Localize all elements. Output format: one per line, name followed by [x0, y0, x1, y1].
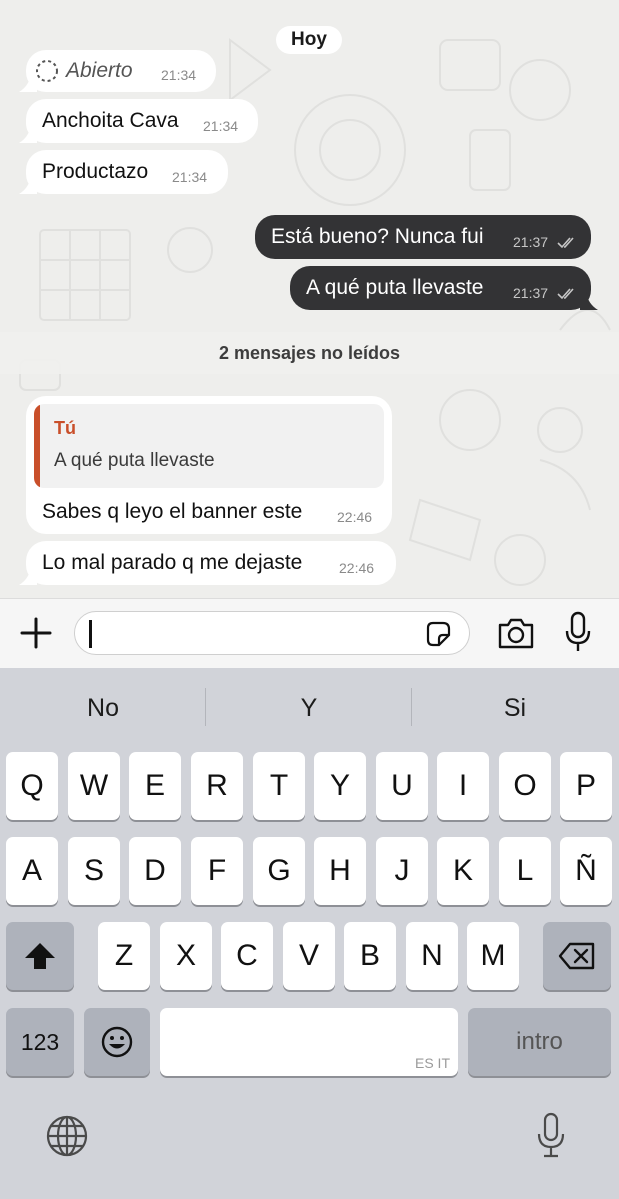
key-j[interactable]: J	[376, 837, 428, 905]
key-v[interactable]: V	[283, 922, 335, 990]
incoming-message[interactable]: Lo mal parado q me dejaste 22:46	[19, 541, 396, 585]
read-receipt-icon	[557, 237, 574, 249]
plus-icon[interactable]	[18, 615, 54, 651]
key-z[interactable]: Z	[98, 922, 150, 990]
unread-messages-banner: 2 mensajes no leídos	[0, 332, 619, 374]
bubble-tail	[19, 567, 37, 585]
message-time: 21:37	[513, 234, 549, 250]
date-chip: Hoy	[276, 26, 342, 54]
key-u[interactable]: U	[376, 752, 428, 820]
numbers-key[interactable]: 123	[6, 1008, 74, 1076]
camera-icon[interactable]	[496, 615, 536, 651]
keyboard: No Y Si Q W E R T Y U I O P A S D F G H …	[0, 668, 619, 1199]
key-c[interactable]: C	[221, 922, 273, 990]
message-time: 22:46	[339, 560, 375, 576]
message-composer	[0, 598, 619, 668]
quote-accent-bar	[34, 404, 40, 488]
suggestion-2[interactable]: Y	[206, 668, 412, 748]
incoming-message[interactable]: Abierto 21:34	[19, 50, 216, 92]
message-text: Está bueno? Nunca fui	[271, 225, 484, 248]
backspace-key[interactable]	[543, 922, 611, 990]
message-text: A qué puta llevaste	[306, 276, 484, 299]
message-time: 21:37	[513, 285, 549, 301]
incoming-message[interactable]: Productazo 21:34	[19, 150, 228, 194]
key-x[interactable]: X	[160, 922, 212, 990]
return-key[interactable]: intro	[468, 1008, 611, 1076]
key-e[interactable]: E	[129, 752, 181, 820]
message-input-box[interactable]	[74, 611, 470, 655]
bubble-tail	[19, 176, 37, 194]
key-s[interactable]: S	[68, 837, 120, 905]
key-q[interactable]: Q	[6, 752, 58, 820]
incoming-reply-message[interactable]: Tú A qué puta llevaste Sabes q leyo el b…	[26, 396, 392, 534]
message-text: Productazo	[42, 160, 149, 183]
text-caret	[89, 620, 92, 648]
key-w[interactable]: W	[68, 752, 120, 820]
outgoing-message[interactable]: Está bueno? Nunca fui 21:37	[255, 215, 591, 259]
key-i[interactable]: I	[437, 752, 489, 820]
key-a[interactable]: A	[6, 837, 58, 905]
suggestion-1[interactable]: No	[0, 668, 206, 748]
read-receipt-icon	[557, 288, 574, 300]
shift-key[interactable]	[6, 922, 74, 990]
quote-author: Tú	[54, 418, 76, 438]
key-l[interactable]: L	[499, 837, 551, 905]
emoji-icon	[101, 1026, 133, 1058]
message-text: Lo mal parado q me dejaste	[42, 551, 303, 574]
suggestion-3[interactable]: Si	[412, 668, 618, 748]
message-text: Anchoita Cava	[42, 109, 179, 132]
sticker-icon[interactable]	[423, 619, 453, 649]
message-input[interactable]	[99, 618, 409, 650]
message-text: Abierto	[66, 59, 133, 82]
key-k[interactable]: K	[437, 837, 489, 905]
key-d[interactable]: D	[129, 837, 181, 905]
bubble-tail	[580, 292, 598, 310]
key-y[interactable]: Y	[314, 752, 366, 820]
chat-area: Hoy Abierto 21:34 Anchoita Cava 21:34 Pr…	[0, 0, 619, 598]
incoming-message[interactable]: Anchoita Cava 21:34	[19, 99, 258, 143]
key-t[interactable]: T	[253, 752, 305, 820]
message-time: 21:34	[203, 118, 239, 134]
key-r[interactable]: R	[191, 752, 243, 820]
key-p[interactable]: P	[560, 752, 612, 820]
backspace-icon	[558, 942, 595, 970]
shift-icon	[25, 943, 55, 969]
microphone-icon[interactable]	[564, 611, 592, 653]
quote-text: A qué puta llevaste	[54, 450, 215, 471]
quoted-message[interactable]: Tú A qué puta llevaste	[34, 404, 384, 488]
message-time: 22:46	[337, 509, 373, 525]
key-b[interactable]: B	[344, 922, 396, 990]
key-n[interactable]: N	[406, 922, 458, 990]
message-time: 21:34	[161, 67, 197, 83]
key-g[interactable]: G	[253, 837, 305, 905]
key-m[interactable]: M	[467, 922, 519, 990]
bubble-tail	[19, 125, 37, 143]
message-text: Sabes q leyo el banner este	[42, 500, 303, 523]
globe-icon[interactable]	[45, 1114, 89, 1158]
message-time: 21:34	[172, 169, 208, 185]
key-enye[interactable]: Ñ	[560, 837, 612, 905]
emoji-key[interactable]	[84, 1008, 150, 1076]
view-once-icon	[36, 60, 58, 82]
key-o[interactable]: O	[499, 752, 551, 820]
space-key[interactable]: ES IT	[160, 1008, 458, 1076]
key-f[interactable]: F	[191, 837, 243, 905]
keyboard-language-label: ES IT	[414, 1055, 450, 1071]
dictation-mic-icon[interactable]	[535, 1112, 567, 1158]
outgoing-message[interactable]: A qué puta llevaste 21:37	[290, 266, 598, 310]
key-h[interactable]: H	[314, 837, 366, 905]
